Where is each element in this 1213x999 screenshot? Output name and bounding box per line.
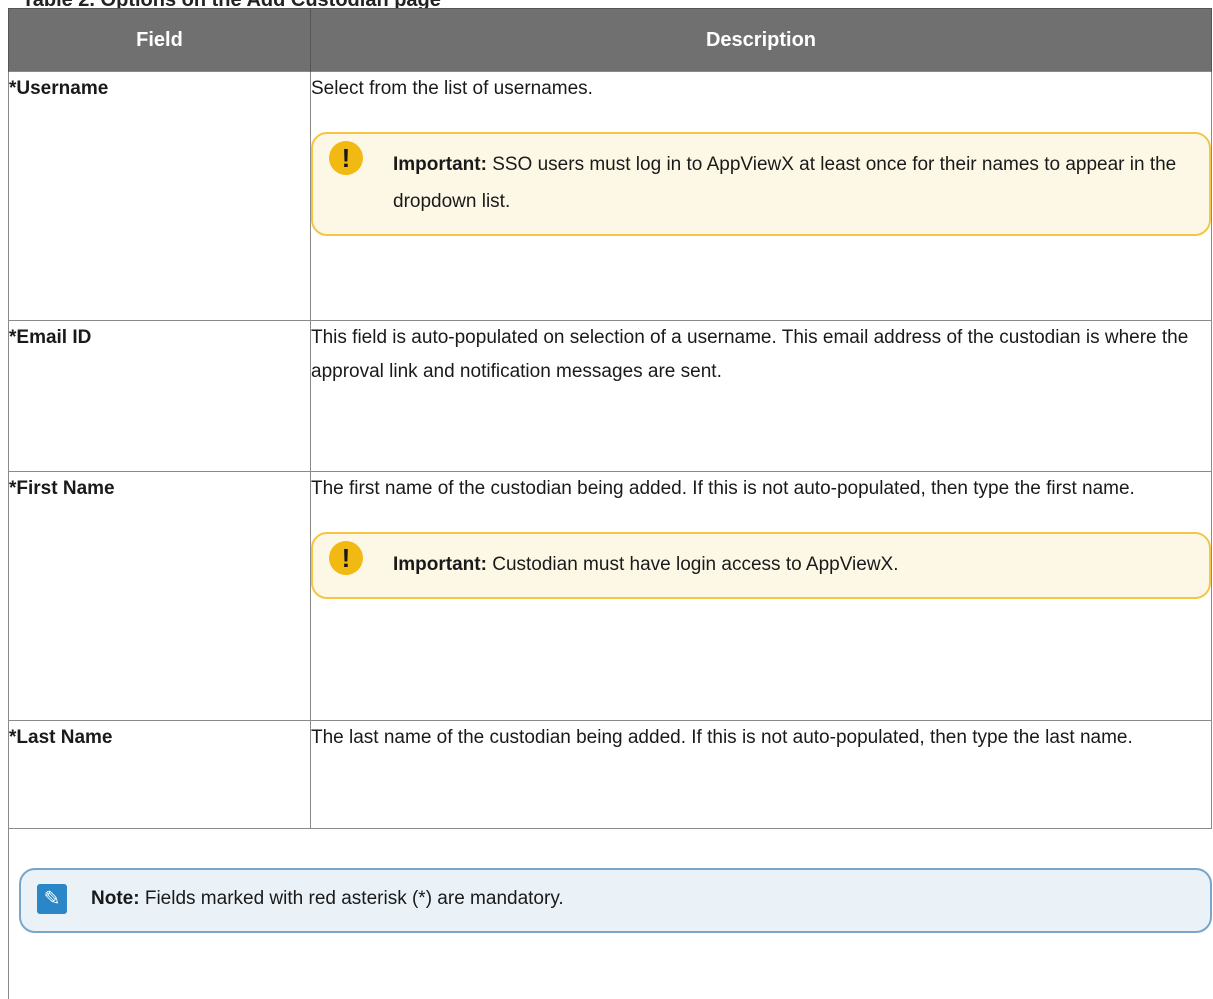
options-table: Field Description *Username Select from …: [8, 8, 1212, 999]
column-header-field: Field: [8, 8, 311, 72]
important-label: Important:: [393, 154, 487, 175]
important-content: Important: Custodian must have login acc…: [393, 546, 899, 583]
field-name: *Username: [8, 71, 311, 321]
field-description: This field is auto-populated on selectio…: [310, 320, 1212, 472]
column-header-description: Description: [310, 8, 1212, 72]
table-row: *First Name The first name of the custod…: [8, 471, 1212, 721]
note-content: Note: Fields marked with red asterisk (*…: [91, 880, 564, 917]
field-name: *First Name: [8, 471, 311, 721]
exclamation-icon: !: [329, 141, 363, 175]
field-description: The first name of the custodian being ad…: [311, 478, 1135, 499]
table-note-row: ✎ Note: Fields marked with red asterisk …: [8, 828, 1212, 999]
field-description-cell: The first name of the custodian being ad…: [310, 471, 1212, 721]
field-name: *Last Name: [8, 720, 311, 829]
note-text: Fields marked with red asterisk (*) are …: [139, 888, 564, 909]
pencil-icon: ✎: [37, 883, 67, 914]
important-text: SSO users must log in to AppViewX at lea…: [393, 154, 1177, 212]
important-label: Important:: [393, 554, 487, 575]
field-description: Select from the list of usernames.: [311, 78, 593, 99]
field-description-cell: Select from the list of usernames. ! Imp…: [310, 71, 1212, 321]
table-footnote-cell: ✎ Note: Fields marked with red asterisk …: [8, 828, 1212, 999]
table-row: *Email ID This field is auto-populated o…: [8, 320, 1212, 472]
exclamation-icon: !: [329, 541, 363, 575]
field-description: The last name of the custodian being add…: [310, 720, 1212, 829]
table-header-row: Field Description: [8, 8, 1212, 72]
field-name: *Email ID: [8, 320, 311, 472]
important-callout: ! Important: Custodian must have login a…: [311, 532, 1211, 599]
important-content: Important: SSO users must log in to AppV…: [393, 146, 1193, 220]
important-callout: ! Important: SSO users must log in to Ap…: [311, 132, 1211, 236]
table-row: *Username Select from the list of userna…: [8, 71, 1212, 321]
table-row: *Last Name The last name of the custodia…: [8, 720, 1212, 829]
note-callout: ✎ Note: Fields marked with red asterisk …: [19, 868, 1212, 933]
note-label: Note:: [91, 888, 140, 909]
important-text: Custodian must have login access to AppV…: [486, 554, 899, 575]
